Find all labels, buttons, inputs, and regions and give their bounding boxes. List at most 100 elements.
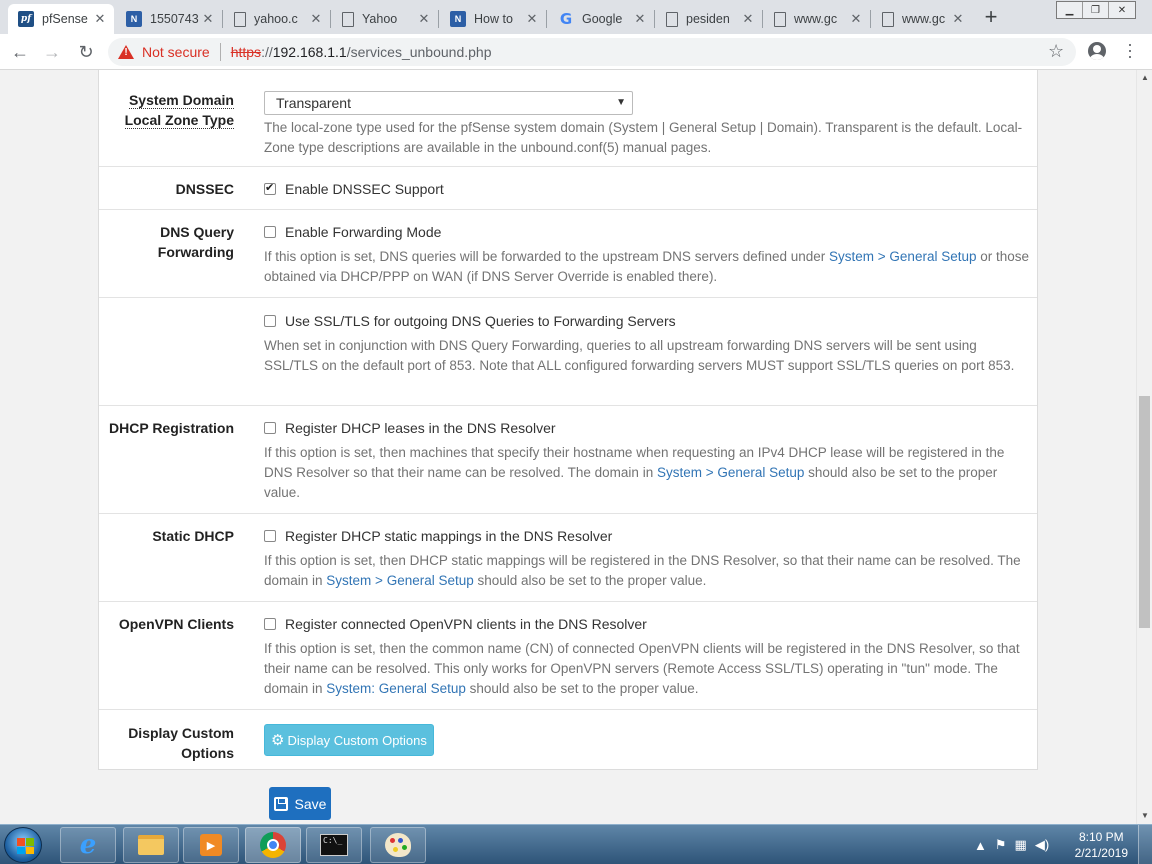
- taskbar-command-prompt[interactable]: C:\_: [306, 827, 362, 863]
- system-general-setup-link[interactable]: System > General Setup: [326, 573, 473, 588]
- setting-row-local-zone-type: System Domain Local Zone Type Transparen…: [99, 70, 1037, 166]
- tab-google[interactable]: G Google ✕: [548, 4, 654, 34]
- taskbar-clock[interactable]: 8:10 PM 2/21/2019: [1075, 829, 1128, 861]
- openvpn-clients-checkbox[interactable]: [264, 618, 276, 630]
- network-icon[interactable]: ▦: [1015, 837, 1027, 853]
- show-desktop-button[interactable]: [1138, 825, 1152, 864]
- setting-label: System Domain Local Zone Type: [124, 92, 234, 129]
- tab-how-to[interactable]: N How to ✕: [440, 4, 546, 34]
- scroll-up-arrow-icon[interactable]: ▲: [1137, 70, 1152, 86]
- checkbox-label: Register DHCP static mappings in the DNS…: [285, 528, 613, 544]
- volume-icon[interactable]: ◀): [1035, 837, 1049, 853]
- dhcp-registration-option[interactable]: Register DHCP leases in the DNS Resolver: [264, 418, 1034, 438]
- taskbar-paint[interactable]: [370, 827, 426, 863]
- tab-www-2[interactable]: www.gc ✕: [872, 4, 972, 34]
- reload-icon[interactable]: ↻: [74, 40, 98, 64]
- setting-label: OpenVPN Clients: [118, 616, 234, 632]
- back-arrow-icon[interactable]: ←: [8, 40, 32, 64]
- warning-triangle-icon[interactable]: [118, 45, 134, 59]
- tab-label: Google: [582, 12, 623, 26]
- display-custom-options-button[interactable]: ⚙ Display Custom Options: [264, 724, 434, 756]
- system-general-setup-link[interactable]: System > General Setup: [829, 249, 976, 264]
- ssl-tls-option[interactable]: Use SSL/TLS for outgoing DNS Queries to …: [264, 311, 1034, 331]
- scrollbar-thumb[interactable]: [1139, 396, 1150, 628]
- taskbar-chrome[interactable]: [245, 827, 301, 863]
- action-center-flag-icon[interactable]: ⚑: [995, 837, 1007, 853]
- menu-dots-icon[interactable]: · · ·: [1124, 35, 1136, 65]
- tab-close-icon[interactable]: ✕: [308, 11, 324, 27]
- profile-avatar-icon[interactable]: [1088, 42, 1106, 60]
- setting-row-dhcp-registration: DHCP Registration Register DHCP leases i…: [99, 405, 1037, 513]
- static-dhcp-option[interactable]: Register DHCP static mappings in the DNS…: [264, 526, 1034, 546]
- url-scheme: https: [230, 44, 262, 60]
- dhcp-registration-checkbox[interactable]: [264, 422, 276, 434]
- checkbox-label: Register connected OpenVPN clients in th…: [285, 616, 647, 632]
- tab-yahoo-page[interactable]: yahoo.c ✕: [224, 4, 330, 34]
- windows-logo-icon: [17, 838, 34, 854]
- close-window-icon[interactable]: ✕: [1109, 2, 1135, 18]
- tab-close-icon[interactable]: ✕: [200, 11, 216, 27]
- page-favicon-icon: [342, 11, 354, 27]
- save-button[interactable]: Save: [269, 787, 331, 820]
- tab-close-icon[interactable]: ✕: [632, 11, 648, 27]
- scroll-down-arrow-icon[interactable]: ▼: [1137, 808, 1152, 824]
- setting-label: Static DHCP: [152, 528, 234, 544]
- address-bar[interactable]: Not secure https://192.168.1.1/services_…: [108, 38, 1076, 66]
- setting-row-openvpn-clients: OpenVPN Clients Register connected OpenV…: [99, 601, 1037, 709]
- forward-arrow-icon[interactable]: →: [40, 40, 64, 64]
- tab-pesiden[interactable]: pesiden ✕: [656, 4, 762, 34]
- omnibox-divider: [219, 43, 221, 61]
- paint-palette-icon: [385, 833, 411, 857]
- taskbar-internet-explorer[interactable]: e: [60, 827, 116, 863]
- restore-icon[interactable]: ❐: [1083, 2, 1109, 18]
- taskbar-file-explorer[interactable]: [123, 827, 179, 863]
- tab-label: pfSense: [42, 12, 88, 26]
- internet-explorer-icon: e: [79, 830, 97, 860]
- system-general-setup-link[interactable]: System > General Setup: [657, 465, 804, 480]
- dnssec-option[interactable]: Enable DNSSEC Support: [264, 179, 1034, 199]
- forwarding-mode-option[interactable]: Enable Forwarding Mode: [264, 222, 1034, 242]
- tab-pfsense[interactable]: pf pfSense ✕: [8, 4, 114, 34]
- vertical-scrollbar[interactable]: ▲ ▼: [1136, 70, 1152, 824]
- tab-close-icon[interactable]: ✕: [416, 11, 432, 27]
- help-text: When set in conjunction with DNS Query F…: [264, 338, 1015, 373]
- tab-close-icon[interactable]: ✕: [524, 11, 540, 27]
- tab-netgate-1[interactable]: N 1550743 ✕: [116, 4, 222, 34]
- help-text: The local-zone type used for the pfSense…: [264, 120, 1023, 155]
- taskbar-media-player[interactable]: ▶: [183, 827, 239, 863]
- tab-www-1[interactable]: www.gc ✕: [764, 4, 870, 34]
- bookmark-star-icon[interactable]: ☆: [1048, 41, 1064, 62]
- setting-label: DHCP Registration: [109, 420, 234, 436]
- google-favicon-icon: G: [559, 10, 573, 28]
- static-dhcp-checkbox[interactable]: [264, 530, 276, 542]
- tab-yahoo[interactable]: Yahoo ✕: [332, 4, 438, 34]
- tab-close-icon[interactable]: ✕: [950, 11, 966, 27]
- netgate-favicon-icon: N: [450, 11, 466, 27]
- new-tab-button[interactable]: +: [978, 5, 1004, 31]
- tab-close-icon[interactable]: ✕: [740, 11, 756, 27]
- openvpn-clients-option[interactable]: Register connected OpenVPN clients in th…: [264, 614, 1034, 634]
- forwarding-mode-checkbox[interactable]: [264, 226, 276, 238]
- checkbox-label: Enable Forwarding Mode: [285, 224, 442, 240]
- system-general-setup-link[interactable]: System: General Setup: [326, 681, 466, 696]
- not-secure-label[interactable]: Not secure: [142, 44, 210, 60]
- tab-label: How to: [474, 12, 513, 26]
- tab-label: www.gc: [902, 12, 946, 26]
- setting-row-ssl-tls: Use SSL/TLS for outgoing DNS Queries to …: [99, 297, 1037, 405]
- checkbox-label: Enable DNSSEC Support: [285, 181, 444, 197]
- tab-close-icon[interactable]: ✕: [92, 11, 108, 27]
- ssl-tls-checkbox[interactable]: [264, 315, 276, 327]
- dropdown-arrow-icon: ▼: [616, 97, 626, 108]
- start-button[interactable]: [4, 827, 42, 863]
- tab-label: pesiden: [686, 12, 730, 26]
- local-zone-type-select[interactable]: Transparent ▼: [264, 91, 633, 115]
- url-separator: ://: [261, 44, 273, 60]
- show-hidden-icons-arrow-icon[interactable]: ▲: [974, 838, 987, 853]
- help-text: If this option is set, then DHCP static …: [264, 553, 1021, 588]
- dnssec-checkbox[interactable]: [264, 181, 276, 195]
- tab-label: 1550743: [150, 12, 199, 26]
- tab-close-icon[interactable]: ✕: [848, 11, 864, 27]
- minimize-icon[interactable]: ▁: [1057, 2, 1083, 18]
- help-text: If this option is set, DNS queries will …: [264, 249, 1030, 284]
- help-text: If this option is set, then the common n…: [264, 641, 1020, 696]
